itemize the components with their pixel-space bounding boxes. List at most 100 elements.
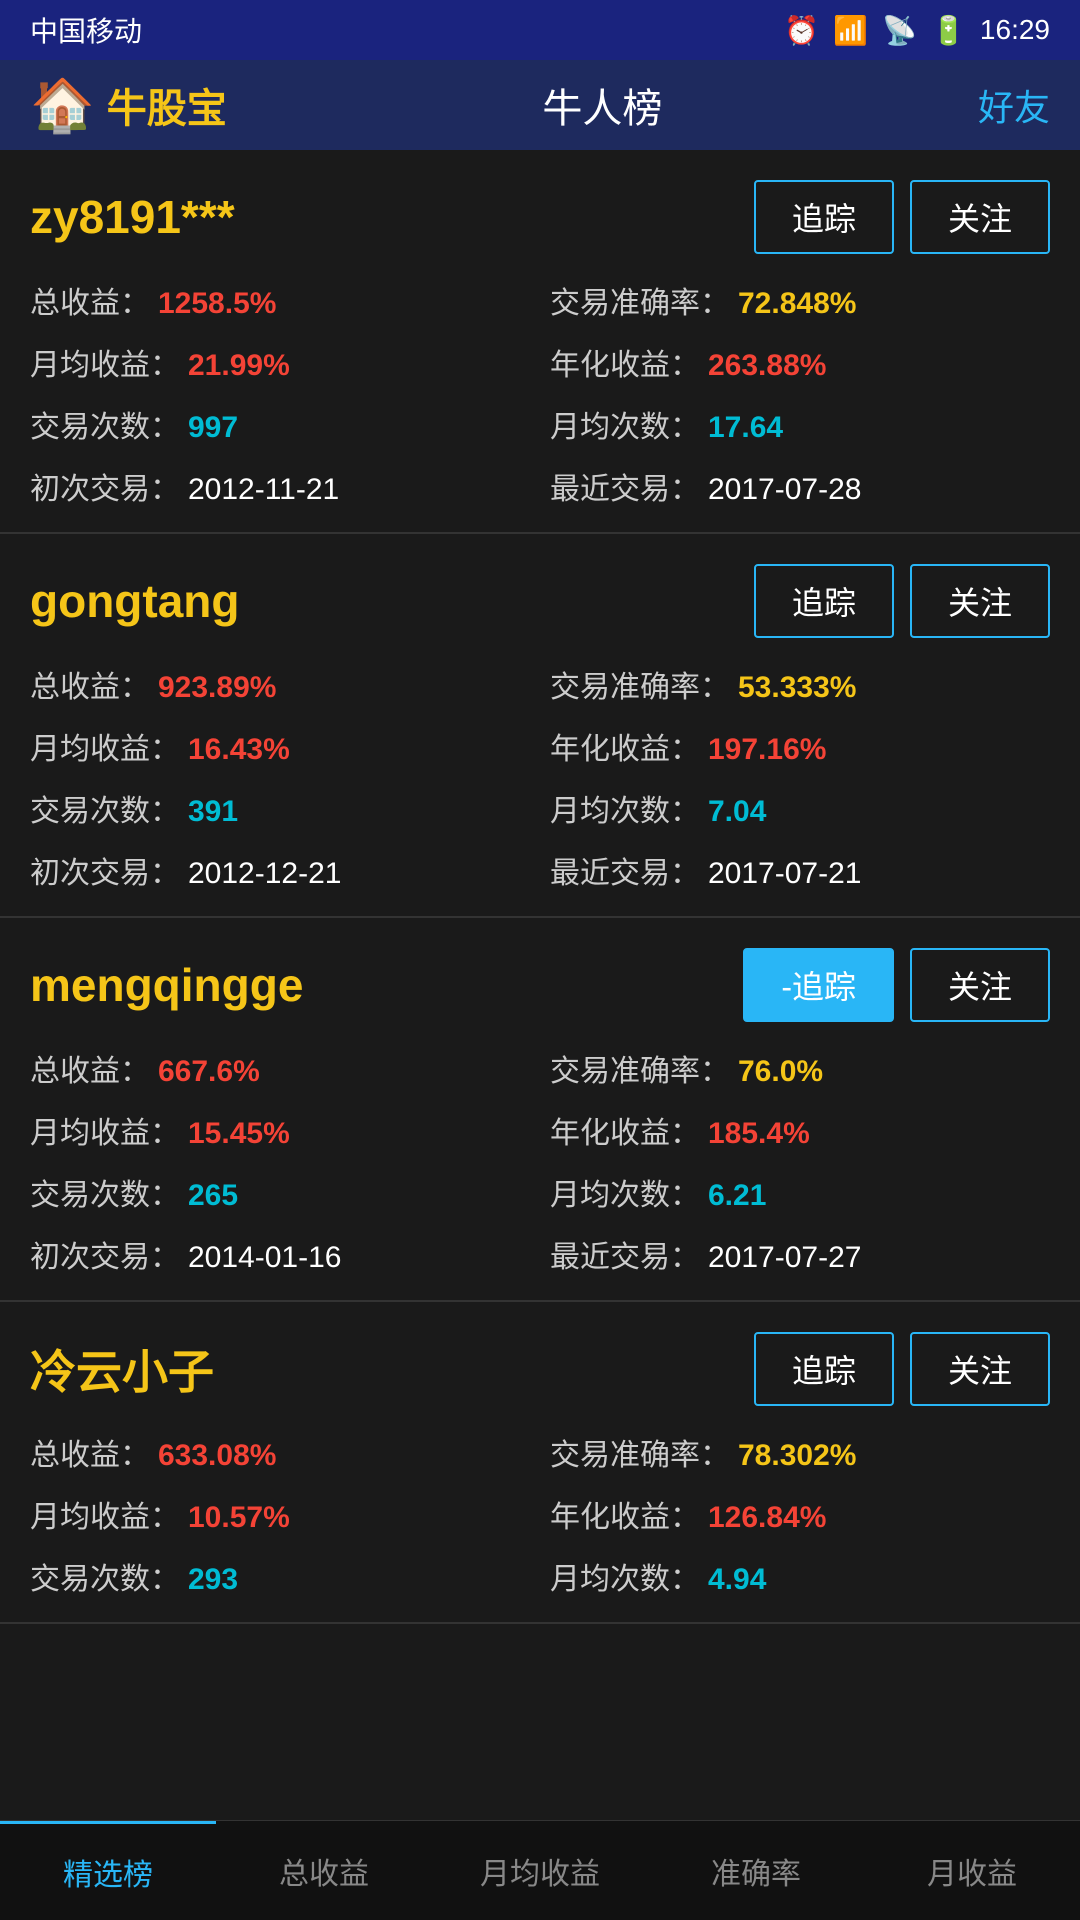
stat-label-2-3: 年化收益：	[550, 1108, 700, 1152]
stat-item-2-6: 初次交易：2014-01-16	[30, 1232, 530, 1276]
friend-button[interactable]: 好友	[978, 79, 1050, 131]
stat-value-1-4: 391	[188, 795, 238, 829]
follow-button-2[interactable]: 关注	[910, 948, 1050, 1022]
content-area: zy8191***追踪关注总收益：1258.5%交易准确率：72.848%月均收…	[0, 150, 1080, 1624]
stat-value-2-0: 667.6%	[158, 1055, 260, 1089]
stat-label-3-1: 交易准确率：	[550, 1430, 730, 1474]
stat-item-1-7: 最近交易：2017-07-21	[550, 848, 1050, 892]
tab-item-3[interactable]: 准确率	[648, 1821, 864, 1920]
stat-value-1-6: 2012-12-21	[188, 857, 341, 891]
stat-label-3-3: 年化收益：	[550, 1492, 700, 1536]
stat-item-2-7: 最近交易：2017-07-27	[550, 1232, 1050, 1276]
stat-label-1-0: 总收益：	[30, 662, 150, 706]
tab-item-2[interactable]: 月均收益	[432, 1821, 648, 1920]
signal-icon: 📡	[882, 14, 917, 47]
stat-value-2-1: 76.0%	[738, 1055, 823, 1089]
stat-label-3-0: 总收益：	[30, 1430, 150, 1474]
user-actions-1: 追踪关注	[754, 564, 1050, 638]
stat-label-3-5: 月均次数：	[550, 1554, 700, 1598]
stat-value-2-3: 185.4%	[708, 1117, 810, 1151]
follow-button-3[interactable]: 关注	[910, 1332, 1050, 1406]
stat-value-2-4: 265	[188, 1179, 238, 1213]
stat-value-3-3: 126.84%	[708, 1501, 826, 1535]
stats-grid-3: 总收益：633.08% 交易准确率：78.302% 月均收益：10.57% 年化收益：…	[30, 1430, 1050, 1598]
stat-item-1-2: 月均收益：16.43%	[30, 724, 530, 768]
stat-item-2-0: 总收益：667.6%	[30, 1046, 530, 1090]
stat-value-3-4: 293	[188, 1563, 238, 1597]
stat-label-3-4: 交易次数：	[30, 1554, 180, 1598]
stat-label-2-4: 交易次数：	[30, 1170, 180, 1214]
stat-label-0-7: 最近交易：	[550, 464, 700, 508]
stat-item-0-7: 最近交易：2017-07-28	[550, 464, 1050, 508]
track-button-0[interactable]: 追踪	[754, 180, 894, 254]
user-actions-0: 追踪关注	[754, 180, 1050, 254]
stat-label-0-2: 月均收益：	[30, 340, 180, 384]
stat-label-0-5: 月均次数：	[550, 402, 700, 446]
stat-value-0-1: 72.848%	[738, 287, 856, 321]
stat-label-1-5: 月均次数：	[550, 786, 700, 830]
stat-value-0-0: 1258.5%	[158, 287, 276, 321]
stat-item-3-4: 交易次数：293	[30, 1554, 530, 1598]
follow-button-0[interactable]: 关注	[910, 180, 1050, 254]
app-logo: 🏠 牛股宝	[30, 75, 227, 136]
stat-label-2-7: 最近交易：	[550, 1232, 700, 1276]
user-card-header-1: gongtang追踪关注	[30, 564, 1050, 638]
logo-text: 牛股宝	[107, 76, 227, 134]
stat-item-1-4: 交易次数：391	[30, 786, 530, 830]
status-bar-right: ⏰ 📶 📡 🔋 16:29	[784, 14, 1050, 47]
battery-icon: 🔋	[931, 14, 966, 47]
stat-item-3-0: 总收益：633.08%	[30, 1430, 530, 1474]
stat-item-0-0: 总收益：1258.5%	[30, 278, 530, 322]
user-card-header-0: zy8191***追踪关注	[30, 180, 1050, 254]
stat-item-1-3: 年化收益：197.16%	[550, 724, 1050, 768]
stat-value-2-5: 6.21	[708, 1179, 766, 1213]
stat-label-2-1: 交易准确率：	[550, 1046, 730, 1090]
stat-label-2-5: 月均次数：	[550, 1170, 700, 1214]
stat-value-2-7: 2017-07-27	[708, 1241, 861, 1275]
user-card-header-2: mengqingge -追踪关注	[30, 948, 1050, 1022]
tab-item-0[interactable]: 精选榜	[0, 1821, 216, 1920]
stat-value-1-7: 2017-07-21	[708, 857, 861, 891]
alarm-icon: ⏰	[784, 14, 819, 47]
stat-item-0-3: 年化收益：263.88%	[550, 340, 1050, 384]
stat-value-0-2: 21.99%	[188, 349, 290, 383]
user-name-2: mengqingge	[30, 958, 303, 1012]
stat-item-3-2: 月均收益：10.57%	[30, 1492, 530, 1536]
status-bar: 中国移动 ⏰ 📶 📡 🔋 16:29	[0, 0, 1080, 60]
stat-label-2-0: 总收益：	[30, 1046, 150, 1090]
user-card-2: mengqingge -追踪关注总收益：667.6% 交易准确率：76.0% 月均收益…	[0, 918, 1080, 1302]
stat-value-3-1: 78.302%	[738, 1439, 856, 1473]
stat-item-3-3: 年化收益：126.84%	[550, 1492, 1050, 1536]
stat-item-2-2: 月均收益：15.45%	[30, 1108, 530, 1152]
stat-item-2-3: 年化收益：185.4%	[550, 1108, 1050, 1152]
stat-value-3-5: 4.94	[708, 1563, 766, 1597]
user-card-0: zy8191***追踪关注总收益：1258.5%交易准确率：72.848%月均收…	[0, 150, 1080, 534]
tab-item-4[interactable]: 月收益	[864, 1821, 1080, 1920]
stat-value-1-1: 53.333%	[738, 671, 856, 705]
stat-value-1-5: 7.04	[708, 795, 766, 829]
stat-item-2-5: 月均次数：6.21	[550, 1170, 1050, 1214]
follow-button-1[interactable]: 关注	[910, 564, 1050, 638]
track-button-2[interactable]: -追踪	[743, 948, 894, 1022]
stat-value-0-7: 2017-07-28	[708, 473, 861, 507]
stat-label-1-7: 最近交易：	[550, 848, 700, 892]
track-button-1[interactable]: 追踪	[754, 564, 894, 638]
carrier-label: 中国移动	[30, 10, 142, 50]
stat-value-2-2: 15.45%	[188, 1117, 290, 1151]
stat-item-1-0: 总收益：923.89%	[30, 662, 530, 706]
stat-value-3-2: 10.57%	[188, 1501, 290, 1535]
stats-grid-1: 总收益：923.89%交易准确率：53.333%月均收益：16.43%年化收益：…	[30, 662, 1050, 892]
tab-item-1[interactable]: 总收益	[216, 1821, 432, 1920]
stat-item-1-5: 月均次数：7.04	[550, 786, 1050, 830]
stat-value-2-6: 2014-01-16	[188, 1241, 341, 1275]
stat-item-3-5: 月均次数：4.94	[550, 1554, 1050, 1598]
tab-bar: 精选榜总收益月均收益准确率月收益	[0, 1820, 1080, 1920]
stat-value-0-5: 17.64	[708, 411, 783, 445]
stat-label-1-3: 年化收益：	[550, 724, 700, 768]
stat-label-2-6: 初次交易：	[30, 1232, 180, 1276]
stat-item-2-1: 交易准确率：76.0%	[550, 1046, 1050, 1090]
user-actions-3: 追踪关注	[754, 1332, 1050, 1406]
stat-value-3-0: 633.08%	[158, 1439, 276, 1473]
page-title: 牛人榜	[542, 76, 662, 134]
track-button-3[interactable]: 追踪	[754, 1332, 894, 1406]
